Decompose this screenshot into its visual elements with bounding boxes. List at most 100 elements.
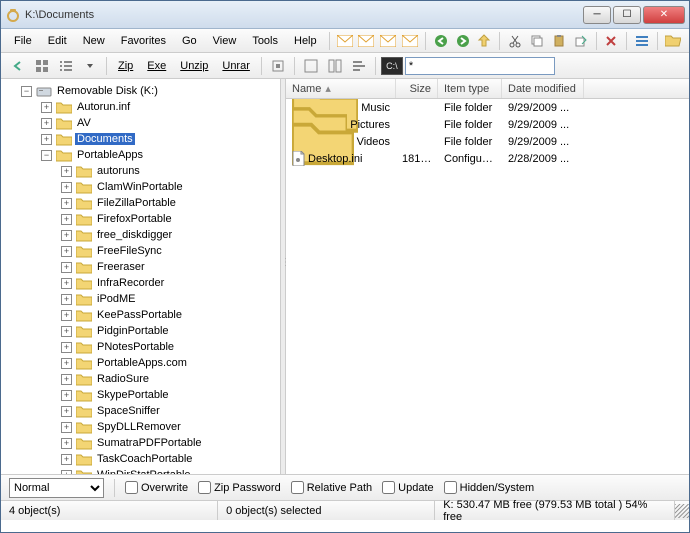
expander-icon[interactable]: + [61,406,72,417]
align-left-icon[interactable] [348,56,370,76]
menu-favorites[interactable]: Favorites [114,32,173,50]
expander-icon[interactable]: + [41,118,52,129]
expander-icon[interactable]: + [41,134,52,145]
resize-grip[interactable] [675,504,689,518]
filter-icon[interactable] [267,56,289,76]
expander-icon[interactable]: − [41,150,52,161]
tree-item-freediskdigger[interactable]: +free_diskdigger [1,227,280,243]
hidden-system-checkbox[interactable]: Hidden/System [444,481,535,494]
view-thumbnails-icon[interactable] [31,56,53,76]
tree-item-sumatrapdfportable[interactable]: +SumatraPDFPortable [1,435,280,451]
tree-item-freeraser[interactable]: +Freeraser [1,259,280,275]
mail-icon-2[interactable] [356,31,376,51]
exe-button[interactable]: Exe [141,58,172,74]
expander-icon[interactable]: + [61,230,72,241]
tree-item-pidginportable[interactable]: +PidginPortable [1,323,280,339]
cut-icon[interactable] [505,31,525,51]
tree-item-taskcoachportable[interactable]: +TaskCoachPortable [1,451,280,467]
expander-icon[interactable]: − [21,86,32,97]
close-button[interactable]: ✕ [643,6,685,24]
nav-back-icon[interactable] [431,31,451,51]
expander-icon[interactable]: + [61,390,72,401]
tree-item-spacesniffer[interactable]: +SpaceSniffer [1,403,280,419]
expander-icon[interactable]: + [61,310,72,321]
expander-icon[interactable]: + [61,438,72,449]
tree-item-radiosure[interactable]: +RadioSure [1,371,280,387]
folder-open-icon[interactable] [663,31,683,51]
expander-icon[interactable]: + [61,166,72,177]
tree-item-keepassportable[interactable]: +KeePassPortable [1,307,280,323]
tree-item-windirstatportable[interactable]: +WinDirStatPortable [1,467,280,474]
menu-edit[interactable]: Edit [41,32,74,50]
tree-item-portableapps[interactable]: −PortableApps [1,147,280,163]
menu-go[interactable]: Go [175,32,204,50]
mail-icon-4[interactable] [400,31,420,51]
view-details-icon[interactable] [55,56,77,76]
copy-to-icon[interactable] [571,31,591,51]
delete-icon[interactable] [602,31,622,51]
menu-new[interactable]: New [76,32,112,50]
expander-icon[interactable]: + [61,326,72,337]
col-name[interactable]: Name▴ [286,79,396,98]
tree-item-freefilesync[interactable]: +FreeFileSync [1,243,280,259]
unrar-button[interactable]: Unrar [216,58,256,74]
col-date[interactable]: Date modified [502,79,584,98]
maximize-button[interactable]: ☐ [613,6,641,24]
overwrite-checkbox[interactable]: Overwrite [125,481,188,494]
expander-icon[interactable]: + [41,102,52,113]
tree-item-infrarecorder[interactable]: +InfraRecorder [1,275,280,291]
tree-item-skypeportable[interactable]: +SkypePortable [1,387,280,403]
col-size[interactable]: Size [396,79,438,98]
zip-password-checkbox[interactable]: Zip Password [198,481,281,494]
expander-icon[interactable]: + [61,470,72,475]
minimize-button[interactable]: ─ [583,6,611,24]
cmd-icon[interactable]: C:\ [381,57,403,75]
tree-item-av[interactable]: +AV [1,115,280,131]
expander-icon[interactable]: + [61,182,72,193]
tree-pane[interactable]: − Removable Disk (K:) +Autorun.inf+AV+Do… [1,79,281,474]
tree-item-documents[interactable]: +Documents [1,131,280,147]
copy-icon[interactable] [527,31,547,51]
expander-icon[interactable]: + [61,262,72,273]
menu-help[interactable]: Help [287,32,324,50]
expander-icon[interactable]: + [61,278,72,289]
list-view-icon[interactable] [632,31,652,51]
tree-item-firefoxportable[interactable]: +FirefoxPortable [1,211,280,227]
expander-icon[interactable]: + [61,422,72,433]
relative-path-checkbox[interactable]: Relative Path [291,481,372,494]
expander-icon[interactable]: + [61,358,72,369]
dropdown-icon[interactable] [79,56,101,76]
file-list[interactable]: MusicFile folder9/29/2009 ...PicturesFil… [286,99,689,474]
expander-icon[interactable]: + [61,342,72,353]
menu-view[interactable]: View [206,32,244,50]
unzip-button[interactable]: Unzip [174,58,214,74]
mail-icon-1[interactable] [335,31,355,51]
mode-select[interactable]: Normal [9,478,104,498]
tree-item-spydllremover[interactable]: +SpyDLLRemover [1,419,280,435]
paste-icon[interactable] [549,31,569,51]
menu-file[interactable]: File [7,32,39,50]
expander-icon[interactable]: + [61,294,72,305]
pane-dual-icon[interactable] [324,56,346,76]
tree-item-clamwinportable[interactable]: +ClamWinPortable [1,179,280,195]
mail-icon-3[interactable] [378,31,398,51]
tree-root[interactable]: − Removable Disk (K:) [1,83,280,99]
expander-icon[interactable]: + [61,198,72,209]
filter-input[interactable] [405,57,555,75]
pane-single-icon[interactable] [300,56,322,76]
tree-item-filezillaportable[interactable]: +FileZillaPortable [1,195,280,211]
expander-icon[interactable]: + [61,454,72,465]
expander-icon[interactable]: + [61,214,72,225]
zip-button[interactable]: Zip [112,58,139,74]
tree-item-portableappscom[interactable]: +PortableApps.com [1,355,280,371]
expander-icon[interactable]: + [61,374,72,385]
tree-item-autoruns[interactable]: +autoruns [1,163,280,179]
update-checkbox[interactable]: Update [382,481,433,494]
col-type[interactable]: Item type [438,79,502,98]
tree-item-pnotesportable[interactable]: +PNotesPortable [1,339,280,355]
history-back-icon[interactable] [7,56,29,76]
file-row[interactable]: VideosFile folder9/29/2009 ... [286,133,689,150]
nav-forward-icon[interactable] [453,31,473,51]
file-row[interactable]: Desktop.ini181 bytesConfiguratio...2/28/… [286,150,689,167]
tree-item-autoruninf[interactable]: +Autorun.inf [1,99,280,115]
